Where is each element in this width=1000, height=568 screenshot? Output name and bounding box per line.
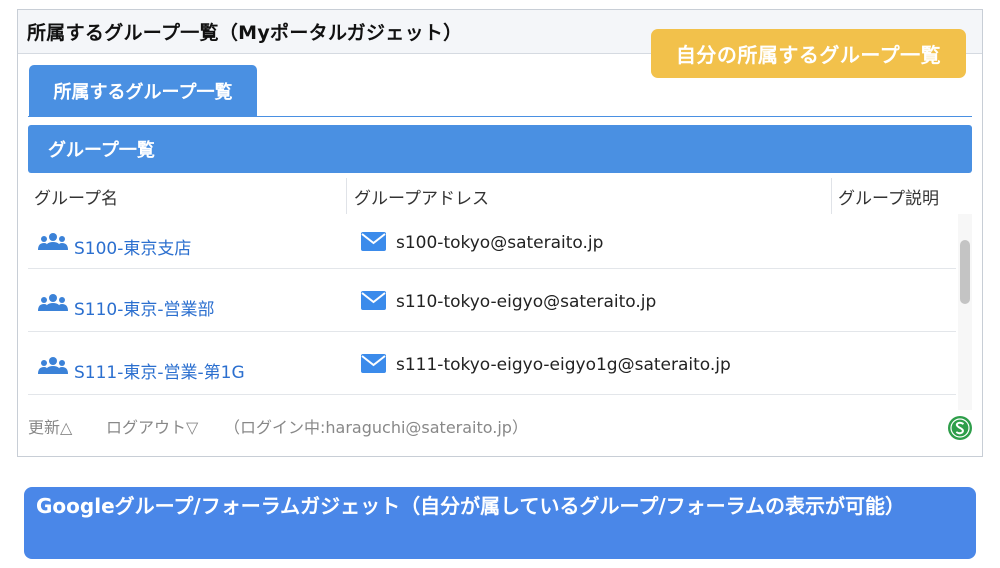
group-link[interactable]: S111-東京-営業-第1G <box>74 358 245 383</box>
scrollbar-thumb[interactable] <box>960 240 970 304</box>
table-row: S110-東京-営業部 s110-tokyo-eigyo@sateraito.j… <box>28 269 956 332</box>
group-link[interactable]: S110-東京-営業部 <box>74 295 215 320</box>
column-divider[interactable] <box>831 178 832 214</box>
column-divider[interactable] <box>346 178 347 214</box>
login-status: （ログイン中:haraguchi@sateraito.jp） <box>224 418 528 437</box>
group-email: s111-tokyo-eigyo-eigyo1g@sateraito.jp <box>396 355 731 375</box>
logout-link[interactable]: ログアウト▽ <box>106 414 198 438</box>
group-table-body: S100-東京支店 s100-tokyo@sateraito.jp S110-東… <box>28 214 956 410</box>
mail-icon <box>361 232 386 251</box>
group-icon <box>38 294 68 311</box>
group-icon <box>38 357 68 374</box>
group-icon <box>38 233 68 250</box>
column-header-description[interactable]: グループ説明 <box>838 184 939 209</box>
sateraito-logo-icon <box>948 416 972 440</box>
group-email: s110-tokyo-eigyo@sateraito.jp <box>396 292 657 312</box>
table-scrollbar[interactable] <box>958 214 972 410</box>
gadget-footer: 更新△ ログアウト▽ （ログイン中:haraguchi@sateraito.jp… <box>28 411 972 441</box>
refresh-link[interactable]: 更新△ <box>28 414 72 438</box>
table-header: グループ名 グループアドレス グループ説明 <box>28 178 972 214</box>
group-list-header: グループ一覧 <box>28 125 972 173</box>
caption-banner: Googleグループ/フォーラムガジェット（自分が属しているグループ/フォーラム… <box>24 487 976 559</box>
mail-icon <box>361 291 386 310</box>
callout-label: 自分の所属するグループ一覧 <box>651 29 966 78</box>
table-row: S100-東京支店 s100-tokyo@sateraito.jp <box>28 214 956 269</box>
mail-icon <box>361 354 386 373</box>
column-header-address[interactable]: グループアドレス <box>354 184 489 209</box>
table-row: S111-東京-営業-第1G s111-tokyo-eigyo-eigyo1g@… <box>28 332 956 395</box>
tab-my-groups[interactable]: 所属するグループ一覧 <box>29 65 257 117</box>
column-header-name[interactable]: グループ名 <box>34 184 118 209</box>
group-email: s100-tokyo@sateraito.jp <box>396 233 604 253</box>
group-link[interactable]: S100-東京支店 <box>74 234 191 259</box>
gadget-title: 所属するグループ一覧（Myポータルガジェット） <box>27 22 463 44</box>
